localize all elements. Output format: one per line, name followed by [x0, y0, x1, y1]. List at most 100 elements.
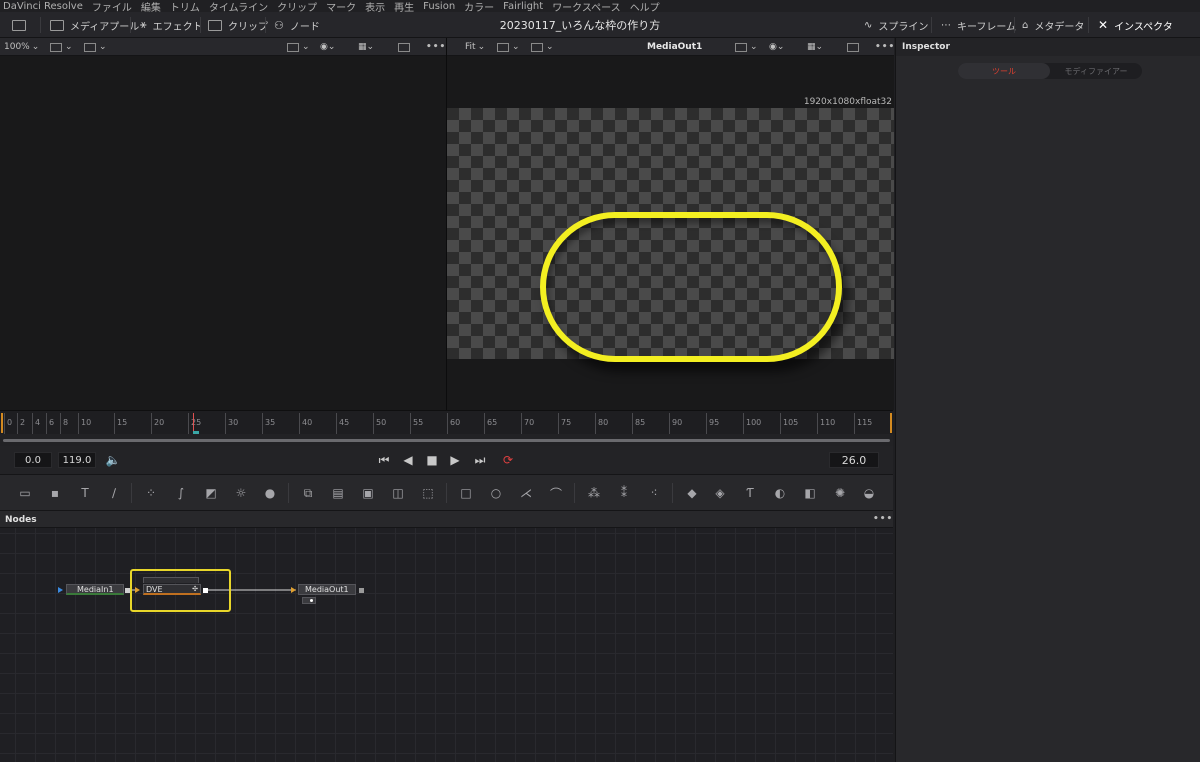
- paint-tool-icon[interactable]: ∕: [106, 485, 122, 501]
- render-range-start[interactable]: [1, 413, 3, 433]
- text-3d-icon[interactable]: Ƭ: [742, 485, 758, 501]
- color-dropdown[interactable]: ◉ ⌄: [320, 38, 335, 56]
- current-frame-field[interactable]: 26.0: [829, 452, 879, 468]
- node-mediain1[interactable]: MediaIn1: [66, 584, 124, 595]
- resize-tool-icon[interactable]: ⬚: [420, 485, 436, 501]
- stop-icon[interactable]: ■: [424, 452, 440, 468]
- left-viewer[interactable]: [0, 56, 446, 410]
- matte-control-icon[interactable]: ▣: [360, 485, 376, 501]
- tab-tools[interactable]: ツール: [958, 63, 1050, 79]
- play-icon[interactable]: ▶: [447, 452, 463, 468]
- ellipse-mask-icon[interactable]: ○: [488, 485, 504, 501]
- planar-tracker-icon[interactable]: ⁑: [616, 485, 632, 501]
- menu-item[interactable]: DaVinci Resolve: [3, 1, 83, 12]
- menu-item[interactable]: 編集: [141, 0, 161, 13]
- brightness-tool-icon[interactable]: ◩: [203, 485, 219, 501]
- roi-dropdown[interactable]: ⌄: [287, 38, 310, 56]
- mediaout1-output-port[interactable]: [359, 588, 364, 593]
- left-viewer-header: 100% ⌄ ⌄ ⌄ ⌄ ◉ ⌄ ▦ ⌄ •••: [0, 38, 446, 56]
- display-dropdown[interactable]: ⌄: [84, 38, 107, 56]
- node-mediaout1[interactable]: MediaOut1: [298, 584, 356, 595]
- channel-boolean-icon[interactable]: ▤: [330, 485, 346, 501]
- global-start-field[interactable]: 0.0: [14, 452, 52, 468]
- dve-input-arrow[interactable]: [135, 587, 140, 593]
- shape-3d-icon[interactable]: ◆: [684, 485, 700, 501]
- renderer-3d-icon[interactable]: ◐: [772, 485, 788, 501]
- render-range-end[interactable]: [890, 413, 892, 433]
- light-3d-icon[interactable]: ✺: [832, 485, 848, 501]
- view-mode-dropdown[interactable]: ⌄: [50, 38, 73, 56]
- curves-tool-icon[interactable]: ∫: [173, 485, 189, 501]
- fast-noise-tool-icon[interactable]: ▪: [47, 485, 63, 501]
- menu-item[interactable]: 再生: [394, 0, 414, 13]
- tracker-tool-icon[interactable]: ⁂: [586, 485, 602, 501]
- merge-3d-icon[interactable]: ◈: [712, 485, 728, 501]
- menu-item[interactable]: クリップ: [277, 0, 317, 13]
- menu-item[interactable]: タイムライン: [209, 0, 268, 13]
- more-options-icon[interactable]: •••: [873, 514, 893, 524]
- inspector-button[interactable]: ✕ インスペクタ: [1098, 12, 1173, 38]
- menu-item[interactable]: 表示: [365, 0, 385, 13]
- fit-dropdown[interactable]: Fit ⌄: [465, 38, 485, 56]
- mediaout1-input-arrow[interactable]: [291, 587, 296, 593]
- tab-modifiers[interactable]: モディファイアー: [1050, 63, 1142, 79]
- roi-dropdown[interactable]: ⌄: [735, 38, 758, 56]
- menu-item[interactable]: カラー: [464, 0, 494, 13]
- image-plane-3d-icon[interactable]: ◒: [861, 485, 877, 501]
- frame-button[interactable]: [847, 38, 862, 56]
- media-in-input-arrow[interactable]: [58, 587, 63, 593]
- menu-item[interactable]: トリム: [170, 0, 200, 13]
- spline-button[interactable]: ∿ スプライン: [864, 12, 928, 38]
- global-end-field[interactable]: 119.0: [58, 452, 96, 468]
- workspace-toggle-button[interactable]: [12, 12, 26, 38]
- right-viewer[interactable]: 1920x1080xfloat32: [447, 56, 894, 410]
- menu-item[interactable]: ファイル: [92, 0, 132, 13]
- nodes-button[interactable]: ⚇ ノード: [274, 12, 320, 38]
- blur-tool-icon[interactable]: ●: [262, 485, 278, 501]
- timeline-ruler[interactable]: 0 2 4 6 8 10 15 20 25 30 35 40 45 50 55 60 65 70 75 80 85 90 9…: [0, 410, 893, 434]
- rectangle-mask-icon[interactable]: □: [458, 485, 474, 501]
- background-tool-icon[interactable]: ▭: [17, 485, 33, 501]
- timeline-scrollbar[interactable]: [3, 439, 890, 442]
- more-options-icon[interactable]: •••: [875, 38, 895, 56]
- menu-item[interactable]: ヘルプ: [630, 0, 660, 13]
- go-to-start-icon[interactable]: ⏮: [374, 452, 394, 468]
- clips-button[interactable]: クリップ: [208, 12, 268, 38]
- view-mode-dropdown[interactable]: ⌄: [497, 38, 520, 56]
- polygon-mask-icon[interactable]: ⋌: [518, 485, 534, 501]
- menu-item[interactable]: Fusion: [423, 1, 455, 12]
- transform-tool-icon[interactable]: ◫: [390, 485, 406, 501]
- media-pool-button[interactable]: メディアプール: [50, 12, 139, 38]
- speaker-icon[interactable]: 🔈: [104, 452, 122, 468]
- menu-item[interactable]: マーク: [326, 0, 356, 13]
- grid-dropdown[interactable]: ▦ ⌄: [807, 38, 823, 56]
- more-options-icon[interactable]: •••: [426, 38, 446, 56]
- loop-icon[interactable]: ⟳: [498, 452, 518, 468]
- node-label: MediaOut1: [305, 585, 349, 594]
- metadata-button[interactable]: ⌂ メタデータ: [1022, 12, 1084, 38]
- go-to-end-icon[interactable]: ⏭: [470, 452, 490, 468]
- frame-button[interactable]: [398, 38, 413, 56]
- zoom-dropdown[interactable]: 100% ⌄: [4, 38, 39, 56]
- play-reverse-icon[interactable]: ◀: [400, 452, 416, 468]
- grid-dropdown[interactable]: ▦ ⌄: [358, 38, 374, 56]
- node-label: MediaIn1: [77, 584, 114, 594]
- camera-tracker-icon[interactable]: ⁖: [646, 485, 662, 501]
- keyframes-button[interactable]: ⋯ キーフレーム: [941, 12, 1016, 38]
- menu-item[interactable]: Fairlight: [503, 1, 543, 12]
- color-corrector-icon[interactable]: ☼: [233, 485, 249, 501]
- display-dropdown[interactable]: ⌄: [531, 38, 554, 56]
- color-dropdown[interactable]: ◉ ⌄: [769, 38, 784, 56]
- particles-tool-icon[interactable]: ⁘: [143, 485, 159, 501]
- timeline-tick: 4: [32, 413, 40, 434]
- node-dve[interactable]: DVE ✣: [143, 584, 201, 595]
- menu-item[interactable]: ワークスペース: [552, 0, 621, 13]
- effects-button[interactable]: ⚹ エフェクト: [140, 12, 203, 38]
- merge-tool-icon[interactable]: ⧉: [300, 485, 316, 501]
- camera-3d-icon[interactable]: ◧: [802, 485, 818, 501]
- dve-output-port[interactable]: [203, 588, 208, 593]
- playhead[interactable]: [193, 413, 194, 433]
- text-tool-icon[interactable]: T: [77, 485, 93, 501]
- bspline-mask-icon[interactable]: ⌒: [548, 485, 564, 501]
- node-editor[interactable]: MediaIn1 DVE ✣ MediaOut1: [0, 528, 893, 762]
